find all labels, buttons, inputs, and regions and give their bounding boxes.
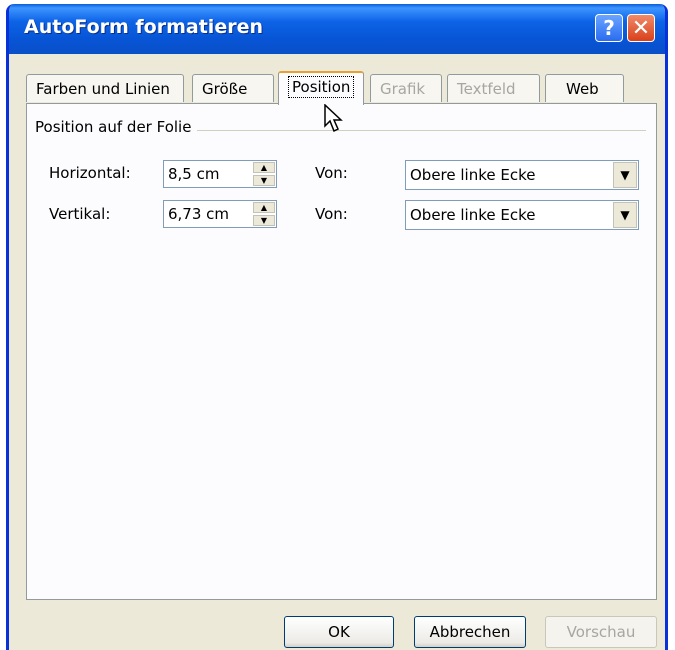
ok-button[interactable]: OK (284, 616, 394, 648)
preview-button: Vorschau (545, 616, 657, 648)
preview-label: Vorschau (566, 623, 636, 641)
tab-farben-und-linien[interactable]: Farben und Linien (26, 74, 184, 102)
cancel-button[interactable]: Abbrechen (414, 616, 526, 648)
help-button[interactable]: ? (595, 14, 623, 42)
ok-label: OK (328, 623, 350, 641)
horizontal-from-dropdown[interactable]: Obere linke Ecke ▼ (405, 160, 639, 190)
window-title: AutoForm formatieren (24, 16, 263, 38)
spin-up-icon[interactable]: ▲ (253, 162, 275, 173)
vertical-from-value: Obere linke Ecke (410, 206, 536, 224)
spin-down-icon[interactable]: ▼ (253, 215, 275, 226)
tab-groesse[interactable]: Größe (192, 74, 274, 102)
cancel-label: Abbrechen (429, 623, 511, 641)
vertical-from-label: Von: (315, 205, 348, 223)
close-icon: ✕ (631, 15, 651, 41)
tab-label: Position (288, 76, 355, 98)
tab-panel-position: Position auf der Folie Horizontal: 8,5 c… (26, 103, 657, 600)
horizontal-label: Horizontal: (49, 164, 131, 182)
vertical-spinner[interactable]: 6,73 cm ▲ ▼ (163, 200, 277, 228)
tab-label: Web (566, 80, 599, 98)
title-bar[interactable]: AutoForm formatieren ? ✕ (9, 4, 665, 54)
tab-label: Farben und Linien (36, 80, 170, 98)
tab-grafik: Grafik (370, 74, 442, 102)
horizontal-spin-arrows: ▲ ▼ (253, 162, 275, 186)
tab-label: Größe (202, 80, 248, 98)
dropdown-arrow-icon[interactable]: ▼ (613, 202, 637, 228)
group-label: Position auf der Folie (35, 118, 198, 136)
horizontal-from-label: Von: (315, 164, 348, 182)
horizontal-from-value: Obere linke Ecke (410, 166, 536, 184)
horizontal-spinner[interactable]: 8,5 cm ▲ ▼ (163, 160, 277, 188)
close-button[interactable]: ✕ (627, 14, 655, 42)
spin-down-icon[interactable]: ▼ (253, 175, 275, 186)
help-icon: ? (603, 16, 615, 40)
horizontal-value[interactable]: 8,5 cm (168, 165, 219, 183)
vertical-label: Vertikal: (49, 205, 111, 223)
tab-web[interactable]: Web (545, 74, 624, 102)
vertical-spin-arrows: ▲ ▼ (253, 202, 275, 226)
vertical-from-dropdown[interactable]: Obere linke Ecke ▼ (405, 200, 639, 230)
tab-position[interactable]: Position (278, 71, 364, 105)
spin-up-icon[interactable]: ▲ (253, 202, 275, 213)
dropdown-arrow-icon[interactable]: ▼ (613, 162, 637, 188)
mouse-cursor-icon (324, 104, 343, 133)
vertical-value[interactable]: 6,73 cm (168, 205, 229, 223)
tab-label: Textfeld (457, 80, 516, 98)
tab-textfeld: Textfeld (447, 74, 540, 102)
tab-label: Grafik (380, 80, 426, 98)
